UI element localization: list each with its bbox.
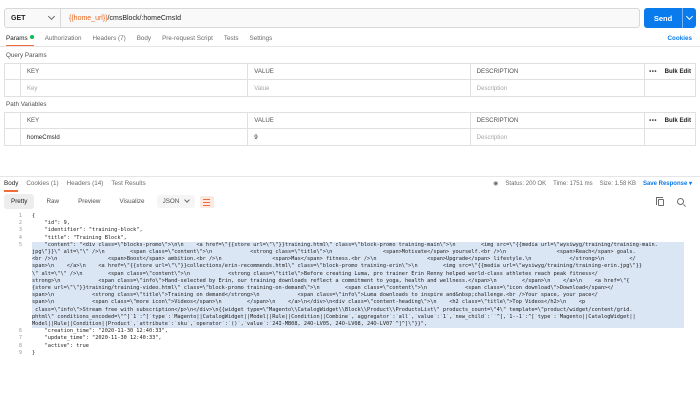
table-header-row: KEY VALUE DESCRIPTION ••• Bulk Edit <box>5 113 695 129</box>
format-label: JSON <box>162 198 180 205</box>
response-tabs: Body Cookies (1) Headers (14) Test Resul… <box>4 180 146 192</box>
description-input[interactable]: Description <box>471 129 646 145</box>
code-line: class=\"info\">Stream free with subscrip… <box>32 306 684 314</box>
key-header: KEY <box>21 64 249 79</box>
code-line: "identifier": "training-block", <box>32 227 143 234</box>
method-select[interactable]: GET <box>5 9 61 27</box>
response-time: Time: 1751 ms <box>553 180 593 187</box>
description-header: DESCRIPTION <box>471 113 646 128</box>
code-line: jpg\"}}\" alt=\"\" />\n <span class=\"co… <box>32 249 684 257</box>
method-label: GET <box>11 14 26 22</box>
view-raw[interactable]: Raw <box>39 194 66 209</box>
code-line: "id": 9, <box>32 220 70 227</box>
bulk-edit-link[interactable]: Bulk Edit <box>665 68 691 75</box>
url-variable: {{home_url}} <box>69 14 108 22</box>
code-line: span>\n <span class=\"more icon\">Videos… <box>32 299 684 307</box>
tab-response-body[interactable]: Body <box>4 180 19 192</box>
path-variables-title: Path Variables <box>6 101 47 108</box>
code-line: { <box>32 213 36 219</box>
chevron-down-icon <box>47 12 56 21</box>
status-code: Status: 200 OK <box>505 180 547 187</box>
line-number: 4 <box>18 234 22 241</box>
view-visualize[interactable]: Visualize <box>112 194 151 209</box>
code-line: \" alt=\"\" />\n <span class=\"content\"… <box>32 270 684 278</box>
code-line: Model||Rule||Condition||Product`,`attrib… <box>32 321 684 329</box>
code-line: span>\n <strong class=\"title\">Training… <box>32 292 684 300</box>
view-tabs: Pretty Raw Preview Visualize JSON <box>4 194 215 209</box>
code-line: "content": "<div class=\"blocks-promo\">… <box>32 241 684 249</box>
code-line: "update_time": "2020-11-30 12:40:33", <box>32 335 162 342</box>
copy-icon[interactable] <box>656 197 664 206</box>
tab-response-cookies[interactable]: Cookies (1) <box>26 180 58 192</box>
divider <box>0 176 700 177</box>
code-line: "title": "Training Block", <box>32 234 127 241</box>
value-input[interactable]: Value <box>248 80 471 96</box>
params-active-dot-icon <box>29 35 34 39</box>
view-pretty[interactable]: Pretty <box>4 194 35 209</box>
code-line: strong>\n <span class=\"info\">Hand-sele… <box>32 277 684 285</box>
search-icon[interactable] <box>677 198 684 205</box>
tab-test-results[interactable]: Test Results <box>111 180 145 192</box>
url-path: /cmsBlock/:homeCmsId <box>107 14 182 22</box>
code-line: {store url=\"\"}}training/training-video… <box>32 285 684 293</box>
url-input[interactable]: {{home_url}}/cmsBlock/:homeCmsId <box>61 15 181 22</box>
line-number: 1 <box>18 213 22 219</box>
send-label: Send <box>653 13 673 23</box>
line-number: 6 <box>18 328 22 335</box>
cookies-link[interactable]: Cookies <box>668 35 693 42</box>
description-header: DESCRIPTION <box>471 64 646 79</box>
query-params-table: KEY VALUE DESCRIPTION ••• Bulk Edit Key … <box>4 63 696 97</box>
view-preview[interactable]: Preview <box>71 194 107 209</box>
save-response-button[interactable]: Save Response ▾ <box>643 180 692 187</box>
send-options-button[interactable] <box>682 8 696 28</box>
bulk-edit-link[interactable]: Bulk Edit <box>665 117 691 124</box>
code-line: <br />\n <span>Boost</span> ambition.<br… <box>32 256 684 264</box>
code-line: "creation_time": "2020-11-30 12:40:33", <box>32 328 168 335</box>
value-header: VALUE <box>248 113 471 128</box>
table-header-row: KEY VALUE DESCRIPTION ••• Bulk Edit <box>5 64 695 80</box>
response-status-bar: ◉ Status: 200 OK Time: 1751 ms Size: 1.5… <box>493 180 692 188</box>
wrap-lines-icon[interactable] <box>200 195 215 208</box>
line-number: 5 <box>18 241 22 248</box>
path-variables-table: KEY VALUE DESCRIPTION ••• Bulk Edit home… <box>4 112 696 146</box>
line-number: 3 <box>18 227 22 234</box>
query-params-title: Query Params <box>6 52 47 59</box>
value-input[interactable]: 9 <box>248 129 471 145</box>
url-bar[interactable]: GET {{home_url}}/cmsBlock/:homeCmsId <box>4 8 640 28</box>
value-header: VALUE <box>248 64 471 79</box>
chevron-down-icon <box>685 12 694 21</box>
description-input[interactable]: Description <box>471 80 646 96</box>
chevron-down-icon <box>184 197 191 203</box>
code-line: "active": true <box>32 342 89 349</box>
more-options-icon[interactable]: ••• <box>645 117 657 124</box>
line-number: 2 <box>18 220 22 227</box>
line-number: 9 <box>18 349 22 356</box>
divider <box>0 46 700 47</box>
key-input[interactable]: homeCmsId <box>21 129 249 145</box>
tab-response-headers[interactable]: Headers (14) <box>67 180 104 192</box>
key-input[interactable]: Key <box>21 80 249 96</box>
send-button[interactable]: Send <box>644 8 696 28</box>
code-line: span>\n </a>\n <a href=\"{{store url=\"\… <box>32 263 684 271</box>
more-options-icon[interactable]: ••• <box>645 68 657 75</box>
table-row: Key Value Description <box>5 80 695 96</box>
key-header: KEY <box>21 113 249 128</box>
response-size: Size: 1.58 KB <box>599 180 636 187</box>
code-line: phtml\" conditions_encoded=\"^[`1`:^[`ty… <box>32 313 684 321</box>
globe-icon: ◉ <box>493 181 499 187</box>
line-number: 7 <box>18 335 22 342</box>
table-row: homeCmsId 9 Description <box>5 129 695 145</box>
code-line: } <box>32 349 36 356</box>
line-number: 8 <box>18 342 22 349</box>
format-select[interactable]: JSON <box>156 195 196 208</box>
